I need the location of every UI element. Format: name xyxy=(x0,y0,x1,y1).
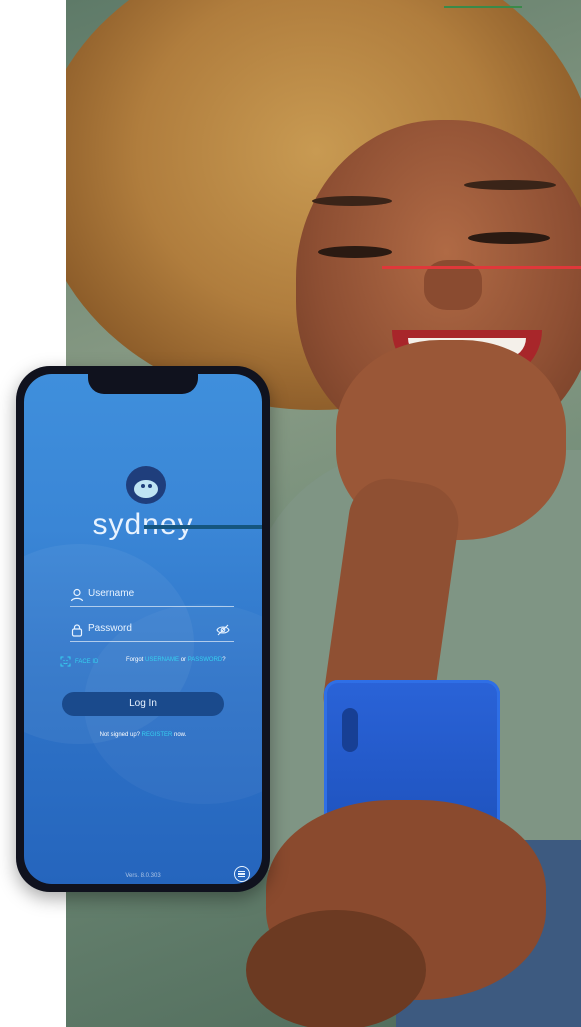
forgot-suffix: ? xyxy=(222,657,226,663)
phone-notch xyxy=(88,374,198,394)
face-id-label: FACE ID xyxy=(75,658,99,665)
logo-eye xyxy=(148,484,152,488)
right-brow xyxy=(464,180,556,190)
forgot-or: or xyxy=(179,657,188,663)
right-eye xyxy=(468,232,550,244)
password-field[interactable]: Password xyxy=(70,619,234,642)
logo-eye xyxy=(141,484,145,488)
auth-links-row: FACE ID Forgot USERNAME or PASSWORD? xyxy=(60,656,250,670)
login-screen: sydney Username Password FACE ID Forgot … xyxy=(24,374,262,884)
register-link[interactable]: REGISTER xyxy=(142,732,173,738)
logo-face xyxy=(134,480,158,498)
username-placeholder: Username xyxy=(88,588,135,599)
username-field[interactable]: Username xyxy=(70,584,234,607)
signup-suffix: now. xyxy=(172,732,187,738)
menu-icon[interactable] xyxy=(234,866,250,882)
forgot-password-link[interactable]: PASSWORD xyxy=(188,657,223,663)
face-id-button[interactable]: FACE ID xyxy=(60,656,98,667)
phone-mockup: sydney Username Password FACE ID Forgot … xyxy=(16,366,270,892)
hand-shadow xyxy=(246,910,426,1027)
wordmark-stripe xyxy=(144,525,262,529)
left-eye xyxy=(318,246,392,258)
menu-line xyxy=(238,870,245,872)
left-brow xyxy=(312,196,392,206)
forgot-username-link[interactable]: USERNAME xyxy=(145,657,179,663)
signup-prefix: Not signed up? xyxy=(99,732,142,738)
lock-icon xyxy=(71,624,83,637)
red-scan-line xyxy=(382,266,581,269)
green-top-line xyxy=(444,6,522,8)
phone-camera xyxy=(342,708,358,752)
face-id-icon xyxy=(60,656,71,667)
seal-logo-icon xyxy=(126,466,166,504)
forgot-credentials: Forgot USERNAME or PASSWORD? xyxy=(126,657,226,663)
version-label: Vers. 8.0.303 xyxy=(125,873,161,879)
login-button[interactable]: Log In xyxy=(62,692,224,716)
menu-line xyxy=(238,876,245,878)
eye-off-icon[interactable] xyxy=(216,624,230,636)
user-icon xyxy=(70,588,84,602)
forgot-prefix: Forgot xyxy=(126,657,146,663)
menu-line xyxy=(238,873,245,875)
password-placeholder: Password xyxy=(88,623,132,634)
signup-prompt: Not signed up? REGISTER now. xyxy=(24,732,262,738)
